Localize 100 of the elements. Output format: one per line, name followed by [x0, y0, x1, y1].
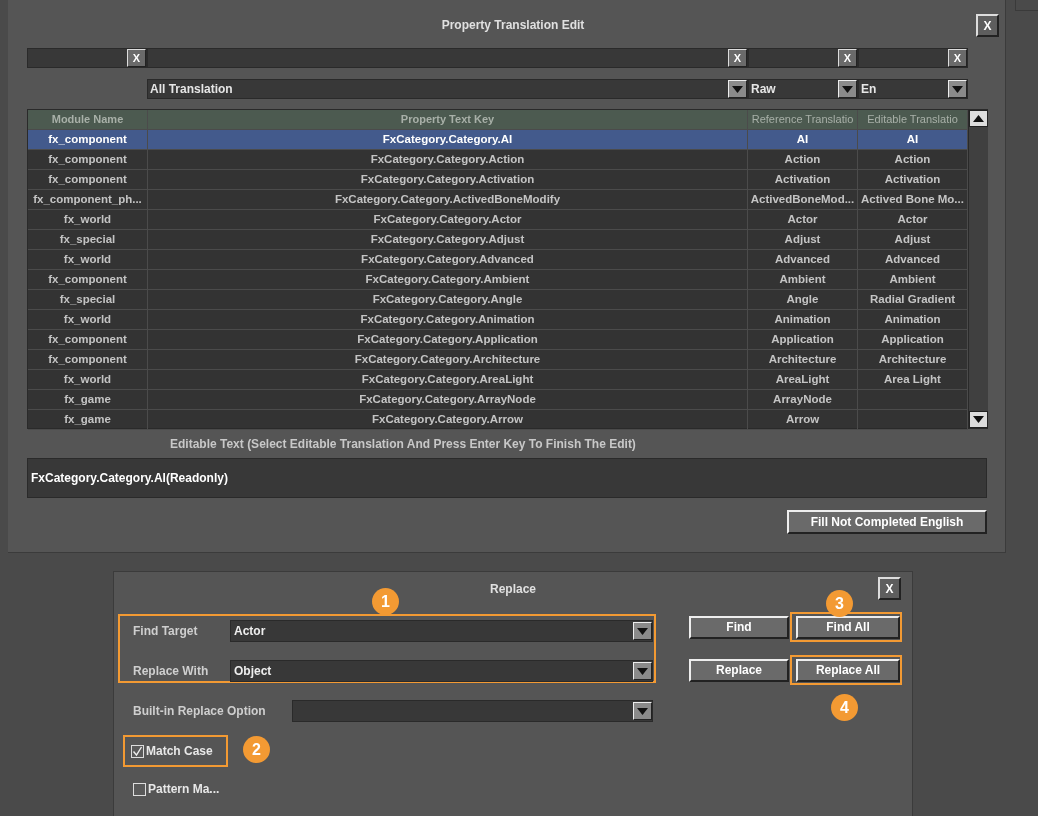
filter-field[interactable]: X — [748, 48, 858, 68]
dropdown[interactable]: En — [858, 79, 968, 99]
table-cell: fx_component — [28, 350, 148, 369]
table-cell: fx_component — [28, 170, 148, 189]
table-cell: AreaLight — [748, 370, 858, 389]
table-cell: FxCategory.Category.Application — [148, 330, 748, 349]
caret-down-icon — [842, 85, 853, 93]
table-row[interactable]: fx_world FxCategory.Category.Actor Actor Actor — [28, 210, 968, 230]
action-button[interactable]: Replace All — [796, 658, 900, 682]
caret-down-icon — [637, 667, 648, 675]
table-cell: fx_component_ph... — [28, 190, 148, 209]
table-cell: fx_world — [28, 310, 148, 329]
table-row[interactable]: fx_component FxCategory.Category.Action Action Action — [28, 150, 968, 170]
clear-button[interactable]: X — [948, 49, 967, 67]
field-label: Find Target — [133, 624, 199, 638]
table-cell: fx_special — [28, 230, 148, 249]
table-row[interactable]: fx_component FxCategory.Category.Activation Activation Activation — [28, 170, 968, 190]
table-cell: AI — [748, 130, 858, 149]
table-cell: Activation — [748, 170, 858, 189]
table-cell: Arrow — [748, 410, 858, 429]
table-cell: FxCategory.Category.Activation — [148, 170, 748, 189]
table-cell: FxCategory.Category.Ambient — [148, 270, 748, 289]
text-field[interactable]: FxCategory.Category.AI(Readonly) — [27, 458, 987, 498]
close-button[interactable]: X — [878, 577, 901, 600]
scroll-down-icon[interactable] — [969, 411, 988, 428]
table-cell: FxCategory.Category.AI — [148, 130, 748, 149]
field-label: Replace With — [133, 664, 210, 678]
table-cell: FxCategory.Category.ActivedBoneModify — [148, 190, 748, 209]
table-cell: fx_component — [28, 130, 148, 149]
table-row[interactable]: fx_component FxCategory.Category.Ambient Ambient Ambient — [28, 270, 968, 290]
table-cell: FxCategory.Category.Adjust — [148, 230, 748, 249]
table-cell: FxCategory.Category.Advanced — [148, 250, 748, 269]
table-cell: ActivedBoneMod... — [748, 190, 858, 209]
table-cell: Angle — [748, 290, 858, 309]
dialog-title: Property Translation Edit — [441, 17, 585, 32]
combo-field[interactable] — [292, 700, 653, 722]
fill-button[interactable]: Fill Not Completed English — [787, 510, 987, 534]
checkbox[interactable] — [131, 744, 144, 758]
scroll-up-icon[interactable] — [969, 110, 988, 127]
table-cell: Animation — [748, 310, 858, 329]
table-cell: fx_component — [28, 270, 148, 289]
table-cell: Actor — [748, 210, 858, 229]
action-button[interactable]: Find All — [796, 615, 900, 639]
field-label: Editable Text (Select Editable Translation And Press Enter Key To Finish The Edit) — [170, 437, 637, 453]
action-button[interactable]: Replace — [689, 658, 789, 682]
table-row[interactable]: fx_special FxCategory.Category.Angle Angle Radial Gradient — [28, 290, 968, 310]
table-cell: Application — [748, 330, 858, 349]
caret-down-icon — [637, 707, 648, 715]
table-row[interactable]: fx_game FxCategory.Category.Arrow Arrow — [28, 410, 968, 430]
table-cell: fx_world — [28, 210, 148, 229]
table-cell: FxCategory.Category.Action — [148, 150, 748, 169]
table-cell: FxCategory.Category.Arrow — [148, 410, 748, 429]
table-cell: FxCategory.Category.Architecture — [148, 350, 748, 369]
table-cell: FxCategory.Category.AreaLight — [148, 370, 748, 389]
clear-button[interactable]: X — [728, 49, 747, 67]
dropdown[interactable]: All Translation — [147, 79, 748, 99]
table-cell: fx_special — [28, 290, 148, 309]
table-row[interactable]: fx_world FxCategory.Category.Animation Animation Animation — [28, 310, 968, 330]
table-cell: fx_game — [28, 410, 148, 429]
table-cell: fx_world — [28, 250, 148, 269]
filter-field[interactable]: X — [858, 48, 968, 68]
filter-field[interactable]: X — [27, 48, 147, 68]
dialog-title: Replace — [490, 581, 536, 596]
table-cell: fx_component — [28, 330, 148, 349]
table-cell: fx_world — [28, 370, 148, 389]
table-row[interactable]: fx_component FxCategory.Category.Application Application Application — [28, 330, 968, 350]
close-button[interactable]: X — [976, 14, 999, 37]
checkbox[interactable] — [133, 782, 146, 796]
table-cell: Architecture — [748, 350, 858, 369]
table-cell: Advanced — [748, 250, 858, 269]
number-badge: 3 — [826, 590, 853, 617]
clear-button[interactable]: X — [127, 49, 146, 67]
table-row[interactable]: fx_special FxCategory.Category.Adjust Adjust Adjust — [28, 230, 968, 250]
combo-field[interactable]: Actor — [230, 620, 653, 642]
dropdown[interactable]: Raw — [748, 79, 858, 99]
table-cell: Action — [748, 150, 858, 169]
table-cell: FxCategory.Category.Angle — [148, 290, 748, 309]
caret-down-icon — [637, 627, 648, 635]
table-cell: ArrayNode — [748, 390, 858, 409]
table-row[interactable]: fx_game FxCategory.Category.ArrayNode ArrayNode — [28, 390, 968, 410]
checkbox-label[interactable]: Pattern Ma... — [148, 782, 220, 796]
table-cell: FxCategory.Category.ArrayNode — [148, 390, 748, 409]
number-badge: 2 — [243, 736, 270, 763]
table-row[interactable]: fx_world FxCategory.Category.Advanced Advanced Advanced — [28, 250, 968, 270]
table-row[interactable]: fx_component_ph... FxCategory.Category.ActivedBoneModify ActivedBoneMod... Actived Bone Mo... — [28, 190, 968, 210]
table-cell: FxCategory.Category.Animation — [148, 310, 748, 329]
table-cell: FxCategory.Category.Actor — [148, 210, 748, 229]
caret-down-icon — [952, 85, 963, 93]
filter-field[interactable]: X — [147, 48, 748, 68]
checkbox-label[interactable]: Match Case — [146, 744, 213, 758]
scrollbar[interactable] — [968, 110, 988, 428]
table-cell: fx_game — [28, 390, 148, 409]
caret-down-icon — [732, 85, 743, 93]
clear-button[interactable]: X — [838, 49, 857, 67]
table-row[interactable]: fx_component FxCategory.Category.AI AI AI — [28, 130, 968, 150]
table-row[interactable]: fx_component FxCategory.Category.Architecture Architecture Architecture — [28, 350, 968, 370]
table-row[interactable]: fx_world FxCategory.Category.AreaLight AreaLight Area Light — [28, 370, 968, 390]
table-cell: fx_component — [28, 150, 148, 169]
combo-field[interactable]: Object — [230, 660, 653, 682]
action-button[interactable]: Find — [689, 615, 789, 639]
